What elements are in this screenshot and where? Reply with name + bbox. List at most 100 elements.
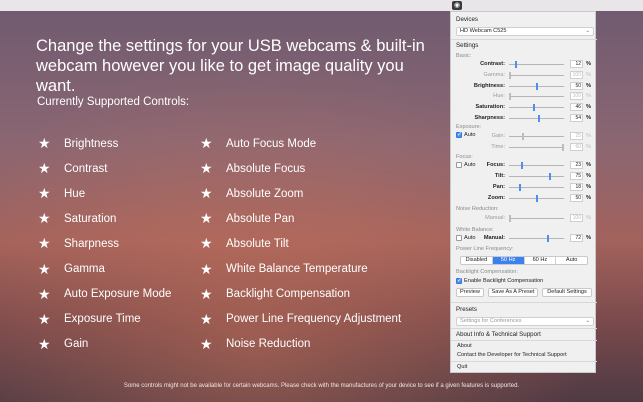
feature-item: ★ Saturation bbox=[38, 206, 171, 231]
slider-track[interactable] bbox=[509, 162, 564, 169]
value-field[interactable]: 50 bbox=[570, 194, 583, 202]
star-icon: ★ bbox=[38, 210, 51, 227]
feature-item: ★ Sharpness bbox=[38, 231, 171, 256]
device-select[interactable]: HD Webcam C525 ⌄ bbox=[456, 27, 594, 36]
value-field[interactable]: 72 bbox=[570, 234, 583, 242]
divider bbox=[451, 340, 597, 341]
slider-row: Tilt: 75% bbox=[451, 172, 597, 181]
unit-label: % bbox=[586, 115, 591, 121]
star-icon: ★ bbox=[38, 260, 51, 277]
slider-thumb[interactable] bbox=[522, 133, 525, 140]
slider-thumb[interactable] bbox=[515, 61, 518, 68]
feature-label: Auto Exposure Mode bbox=[64, 288, 172, 301]
default-settings-button[interactable]: Default Settings bbox=[542, 288, 592, 297]
value-field[interactable]: 100 bbox=[570, 70, 583, 79]
power-line-frequency-control: Disabled 50 Hz 60 Hz Auto bbox=[460, 256, 588, 265]
power-line-option[interactable]: Disabled bbox=[461, 257, 493, 264]
value-field[interactable]: 18 bbox=[570, 183, 583, 191]
feature-label: Gamma bbox=[64, 263, 105, 276]
star-icon: ★ bbox=[200, 310, 213, 327]
webcam-app-icon[interactable]: ◉ bbox=[452, 1, 462, 10]
slider-track[interactable] bbox=[509, 104, 564, 112]
value-field[interactable]: 75 bbox=[570, 172, 583, 180]
slider-track[interactable] bbox=[509, 82, 564, 90]
menu-item-quit[interactable]: Quit bbox=[457, 364, 467, 370]
power-line-option[interactable]: 50 Hz bbox=[492, 257, 525, 264]
slider-track[interactable] bbox=[509, 61, 564, 68]
power-line-option[interactable]: Auto bbox=[556, 257, 587, 264]
feature-label: Power Line Frequency Adjustment bbox=[226, 313, 402, 326]
slider-thumb[interactable] bbox=[535, 82, 538, 90]
slider-thumb[interactable] bbox=[537, 115, 540, 122]
slider-track[interactable] bbox=[509, 133, 564, 140]
slider-track[interactable] bbox=[509, 235, 564, 242]
preview-button[interactable]: Preview bbox=[456, 288, 484, 297]
menu-item-contact[interactable]: Contact the Developer for Technical Supp… bbox=[457, 352, 567, 358]
feature-label: Gain bbox=[64, 338, 89, 351]
slider-thumb[interactable] bbox=[509, 215, 511, 222]
basic-label: Basic: bbox=[456, 53, 472, 59]
slider-label: Focus: bbox=[486, 162, 505, 168]
feature-item: ★ Absolute Tilt bbox=[200, 231, 401, 256]
slider-thumb[interactable] bbox=[535, 195, 538, 202]
value-field[interactable]: 46 bbox=[570, 103, 583, 112]
menu-bar: ◉ bbox=[0, 0, 643, 11]
value-field[interactable]: 12 bbox=[570, 60, 583, 68]
slider-track[interactable] bbox=[509, 173, 564, 180]
feature-item: ★ Hue bbox=[38, 181, 171, 206]
value-field[interactable]: 60 bbox=[570, 143, 583, 151]
slider-track[interactable] bbox=[509, 71, 564, 79]
subhead: Currently Supported Controls: bbox=[37, 96, 190, 108]
slider-row: Time: 60% bbox=[451, 143, 597, 152]
feature-label: Brightness bbox=[64, 137, 119, 150]
star-icon: ★ bbox=[38, 235, 51, 252]
feature-label: White Balance Temperature bbox=[226, 263, 368, 276]
value-field[interactable]: 100 bbox=[570, 92, 583, 101]
slider-thumb[interactable] bbox=[533, 104, 536, 112]
unit-label: % bbox=[586, 162, 591, 168]
slider-thumb[interactable] bbox=[547, 235, 550, 242]
slider-thumb[interactable] bbox=[521, 162, 524, 169]
feature-item: ★ Absolute Focus bbox=[200, 156, 401, 181]
star-icon: ★ bbox=[200, 210, 213, 227]
slider-thumb[interactable] bbox=[518, 184, 521, 191]
slider-track[interactable] bbox=[509, 215, 564, 222]
presets-select[interactable]: Settings for Conferences ⌄ bbox=[456, 317, 594, 326]
slider-track[interactable] bbox=[509, 144, 564, 151]
value-field[interactable]: 50 bbox=[570, 81, 583, 90]
slider-track[interactable] bbox=[509, 93, 564, 101]
slider-thumb[interactable] bbox=[509, 93, 511, 101]
feature-label: Backlight Compensation bbox=[226, 288, 351, 301]
value-field[interactable]: 100 bbox=[570, 214, 583, 222]
feature-label: Noise Reduction bbox=[226, 338, 311, 351]
slider-track[interactable] bbox=[509, 184, 564, 191]
power-line-option[interactable]: 60 Hz bbox=[525, 257, 557, 264]
menu-item-about[interactable]: About bbox=[457, 343, 472, 349]
value-field[interactable]: 25 bbox=[570, 132, 583, 140]
unit-label: % bbox=[586, 93, 591, 100]
backlight-checkbox[interactable] bbox=[456, 277, 462, 284]
slider-row: Focus: 23% bbox=[451, 161, 597, 170]
value-field[interactable]: 23 bbox=[570, 161, 583, 169]
feature-label: Absolute Focus bbox=[226, 162, 306, 175]
slider-thumb[interactable] bbox=[562, 144, 564, 151]
slider-thumb[interactable] bbox=[509, 71, 511, 79]
divider bbox=[451, 361, 597, 362]
slider-track[interactable] bbox=[509, 115, 564, 122]
features-column-2: ★ Auto Focus Mode ★ Absolute Focus ★ Absolute… bbox=[200, 131, 401, 357]
devices-header: Devices bbox=[456, 16, 479, 23]
feature-item: ★ Absolute Zoom bbox=[200, 181, 401, 206]
focus-label: Focus: bbox=[456, 154, 473, 160]
slider-thumb[interactable] bbox=[548, 173, 551, 180]
unit-label: % bbox=[586, 82, 591, 89]
slider-row: Contrast: 12% bbox=[451, 60, 597, 69]
save-as-preset-button[interactable]: Save As A Preset bbox=[488, 288, 538, 297]
chevron-down-icon: ⌄ bbox=[585, 28, 590, 34]
slider-label: Tilt: bbox=[494, 173, 505, 179]
power-line-frequency-label: Power Line Frequency: bbox=[456, 246, 514, 252]
feature-item: ★ Absolute Pan bbox=[200, 206, 401, 231]
slider-track[interactable] bbox=[509, 195, 564, 202]
value-field[interactable]: 54 bbox=[570, 114, 583, 122]
webcam-settings-panel: Devices HD Webcam C525 ⌄ Settings Basic:… bbox=[450, 11, 597, 373]
star-icon: ★ bbox=[38, 285, 51, 302]
